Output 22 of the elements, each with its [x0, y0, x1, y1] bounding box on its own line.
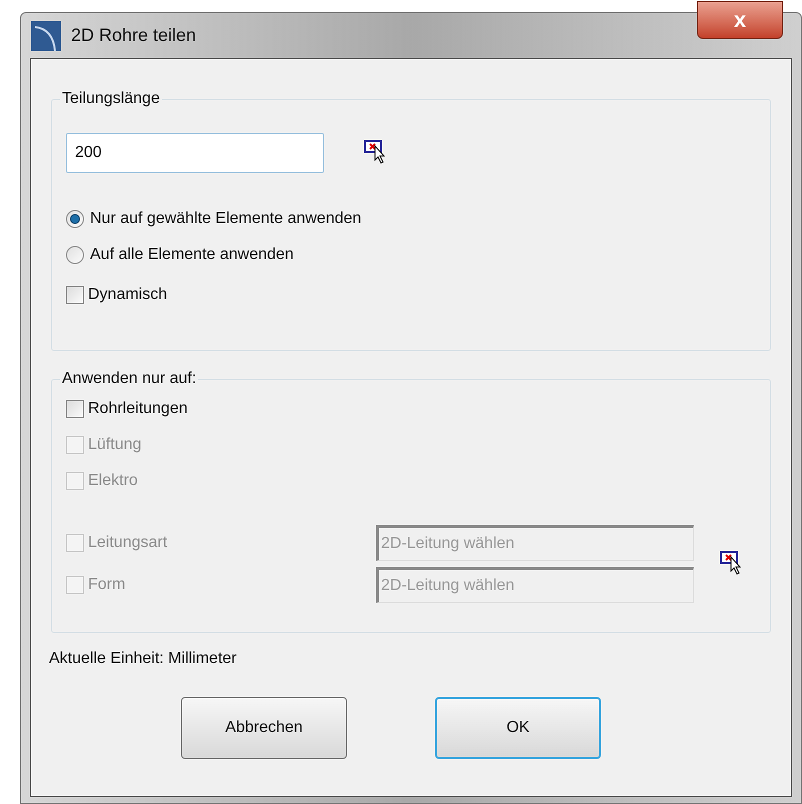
dialog-button[interactable]: OK: [435, 697, 601, 759]
pick-element-icon[interactable]: [720, 551, 744, 577]
pick-element-icon[interactable]: [364, 140, 388, 166]
radio-button[interactable]: [66, 246, 84, 264]
dialog-button[interactable]: Abbrechen: [181, 697, 347, 759]
window-title: 2D Rohre teilen: [71, 24, 196, 47]
checkbox[interactable]: [66, 400, 84, 418]
radio-label: Nur auf gewählte Elemente anwenden: [90, 209, 362, 229]
checkbox-label: Rohrleitungen: [88, 399, 188, 419]
unit-label: Aktuelle Einheit: Millimeter: [49, 649, 238, 669]
checkbox-label: Leitungsart: [88, 533, 168, 553]
group-title: Teilungslänge: [61, 89, 161, 109]
checkbox-label: Elektro: [88, 471, 138, 491]
checkbox-label: Form: [88, 575, 126, 595]
app-logo-icon: [31, 20, 61, 50]
checkbox-label: Dynamisch: [88, 285, 168, 305]
radio-button[interactable]: [66, 210, 84, 228]
radio-label: Auf alle Elemente anwenden: [90, 245, 294, 265]
length-field[interactable]: 200: [66, 133, 324, 173]
group-title: Anwenden nur auf:: [61, 369, 198, 389]
checkbox[interactable]: [66, 286, 84, 304]
checkbox-label: Lüftung: [88, 435, 142, 455]
